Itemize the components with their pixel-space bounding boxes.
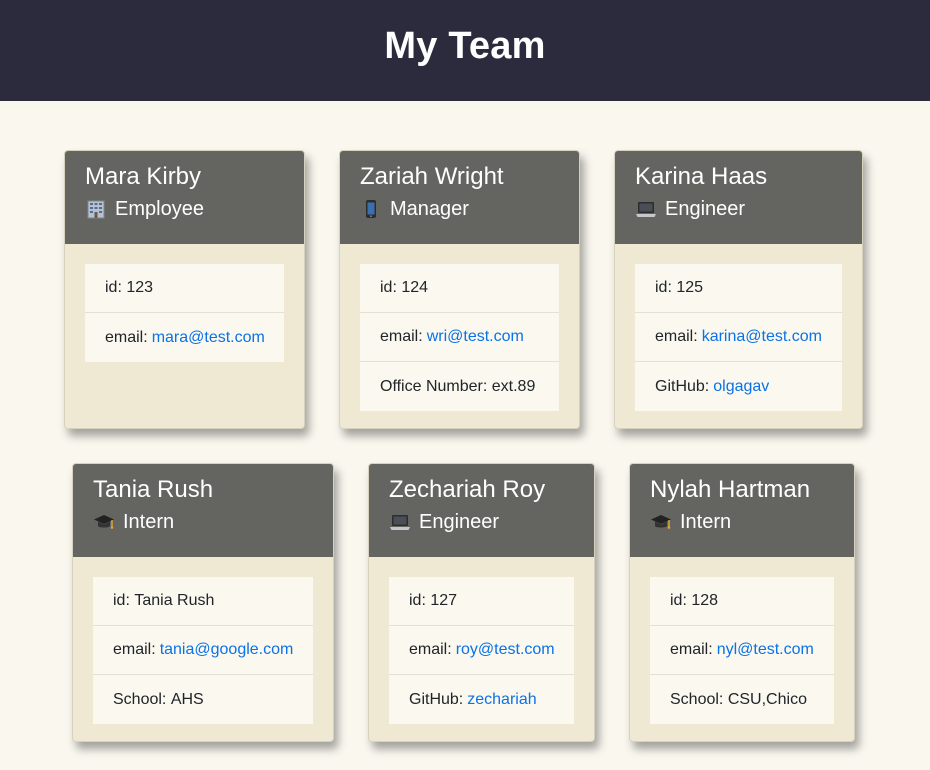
email-link[interactable]: karina@test.com (702, 328, 822, 346)
employee-details: id: Tania Rush email: tania@google.com Sc… (93, 577, 313, 724)
employee-role: Employee (85, 196, 284, 222)
role-label: Employee (115, 198, 204, 220)
id-row: id: 123 (85, 264, 284, 313)
manager-card: Zariah Wright Manager id: 124 email: wri@… (339, 150, 580, 429)
employee-name: Mara Kirby (85, 163, 202, 190)
id-value: 125 (676, 279, 704, 296)
school-value: CSU,Chico (727, 690, 807, 708)
employee-name: Nylah Hartman (650, 476, 811, 503)
role-label: Engineer (419, 511, 500, 533)
employee-details: id: 123 email: mara@test.com (85, 264, 284, 362)
email-label: email: (655, 328, 698, 345)
mobile-phone-icon (360, 198, 382, 220)
school-label: School: (113, 690, 167, 708)
github-row: GitHub: zechariah (389, 675, 574, 724)
id-row: id: 127 (389, 577, 574, 626)
github-row: GitHub: olgagav (635, 362, 842, 411)
employee-role: Manager (360, 196, 559, 222)
email-row: email: wri@test.com (360, 313, 559, 362)
id-row: id: 124 (360, 264, 559, 313)
employee-role: Intern (650, 509, 834, 535)
email-link[interactable]: mara@test.com (152, 329, 265, 347)
card-header: Nylah Hartman Intern (630, 464, 854, 557)
email-row: email: karina@test.com (635, 313, 842, 362)
role-label: Manager (390, 198, 469, 220)
id-value: 124 (401, 279, 429, 296)
email-row: email: nyl@test.com (650, 626, 834, 675)
email-link[interactable]: roy@test.com (456, 641, 555, 659)
role-label: Intern (123, 511, 175, 533)
employee-name: Tania Rush (93, 476, 214, 503)
employee-details: id: 125 email: karina@test.com GitHub: olg… (635, 264, 842, 411)
github-link[interactable]: zechariah (467, 691, 536, 709)
employee-details: id: 124 email: wri@test.com Office Number… (360, 264, 559, 411)
employee-role: Intern (93, 509, 313, 535)
email-label: email: (105, 328, 148, 346)
id-label: id: (105, 279, 122, 296)
email-link[interactable]: nyl@test.com (717, 641, 814, 659)
email-label: email: (409, 641, 452, 658)
intern-card: Tania Rush Intern id: Tania Rush email: t… (72, 463, 334, 742)
laptop-icon (635, 198, 657, 220)
id-row: id: 125 (635, 264, 842, 313)
employee-name: Karina Haas (635, 163, 768, 190)
id-label: id: (655, 279, 672, 296)
school-row: School: AHS (93, 675, 313, 724)
role-label: Engineer (665, 198, 746, 220)
id-value: 128 (691, 592, 719, 609)
laptop-icon (389, 511, 411, 533)
email-row: email: tania@google.com (93, 626, 313, 675)
id-value: 123 (126, 279, 154, 296)
employee-role: Engineer (635, 196, 842, 222)
id-row: id: 128 (650, 577, 834, 626)
employee-card: Mara Kirby Employee id: 123 email: mara@… (64, 150, 305, 429)
github-link[interactable]: olgagav (713, 378, 769, 396)
intern-card: Nylah Hartman Intern id: 128 email: nyl@t… (629, 463, 855, 742)
id-row: id: Tania Rush (93, 577, 313, 626)
page-header: My Team (0, 0, 930, 101)
id-label: id: (380, 279, 397, 296)
email-label: email: (380, 328, 423, 345)
office-number-label: Office Number: (380, 377, 488, 395)
id-value: 127 (430, 592, 458, 609)
card-header: Tania Rush Intern (73, 464, 333, 557)
engineer-card: Zechariah Roy Engineer id: 127 email: roy… (368, 463, 595, 742)
github-label: GitHub: (655, 377, 710, 395)
office-number-value: ext.89 (491, 377, 536, 395)
card-header: Mara Kirby Employee (65, 151, 304, 244)
email-label: email: (113, 641, 156, 658)
employee-details: id: 128 email: nyl@test.com School: CSU,C… (650, 577, 834, 724)
employee-details: id: 127 email: roy@test.com GitHub: zechar… (389, 577, 574, 724)
employee-name: Zariah Wright (360, 163, 504, 190)
email-row: email: mara@test.com (85, 313, 284, 362)
email-row: email: roy@test.com (389, 626, 574, 675)
page-title: My Team (384, 25, 546, 67)
employee-role: Engineer (389, 509, 574, 535)
email-link[interactable]: tania@google.com (160, 641, 294, 659)
employee-name: Zechariah Roy (389, 476, 546, 503)
card-header: Karina Haas Engineer (615, 151, 862, 244)
card-header: Zariah Wright Manager (340, 151, 579, 244)
graduation-cap-icon (93, 511, 115, 533)
github-label: GitHub: (409, 690, 464, 708)
school-row: School: CSU,Chico (650, 675, 834, 724)
id-label: id: (409, 592, 426, 609)
id-label: id: (670, 592, 687, 609)
email-link[interactable]: wri@test.com (427, 328, 524, 346)
office-building-icon (85, 198, 107, 220)
role-label: Intern (680, 511, 732, 533)
graduation-cap-icon (650, 511, 672, 533)
office-number-row: Office Number: ext.89 (360, 362, 559, 411)
school-label: School: (670, 690, 724, 708)
id-value: Tania Rush (134, 592, 215, 609)
school-value: AHS (170, 690, 204, 708)
engineer-card: Karina Haas Engineer id: 125 email: karin… (614, 150, 863, 429)
card-header: Zechariah Roy Engineer (369, 464, 594, 557)
id-label: id: (113, 592, 130, 609)
email-label: email: (670, 641, 713, 658)
